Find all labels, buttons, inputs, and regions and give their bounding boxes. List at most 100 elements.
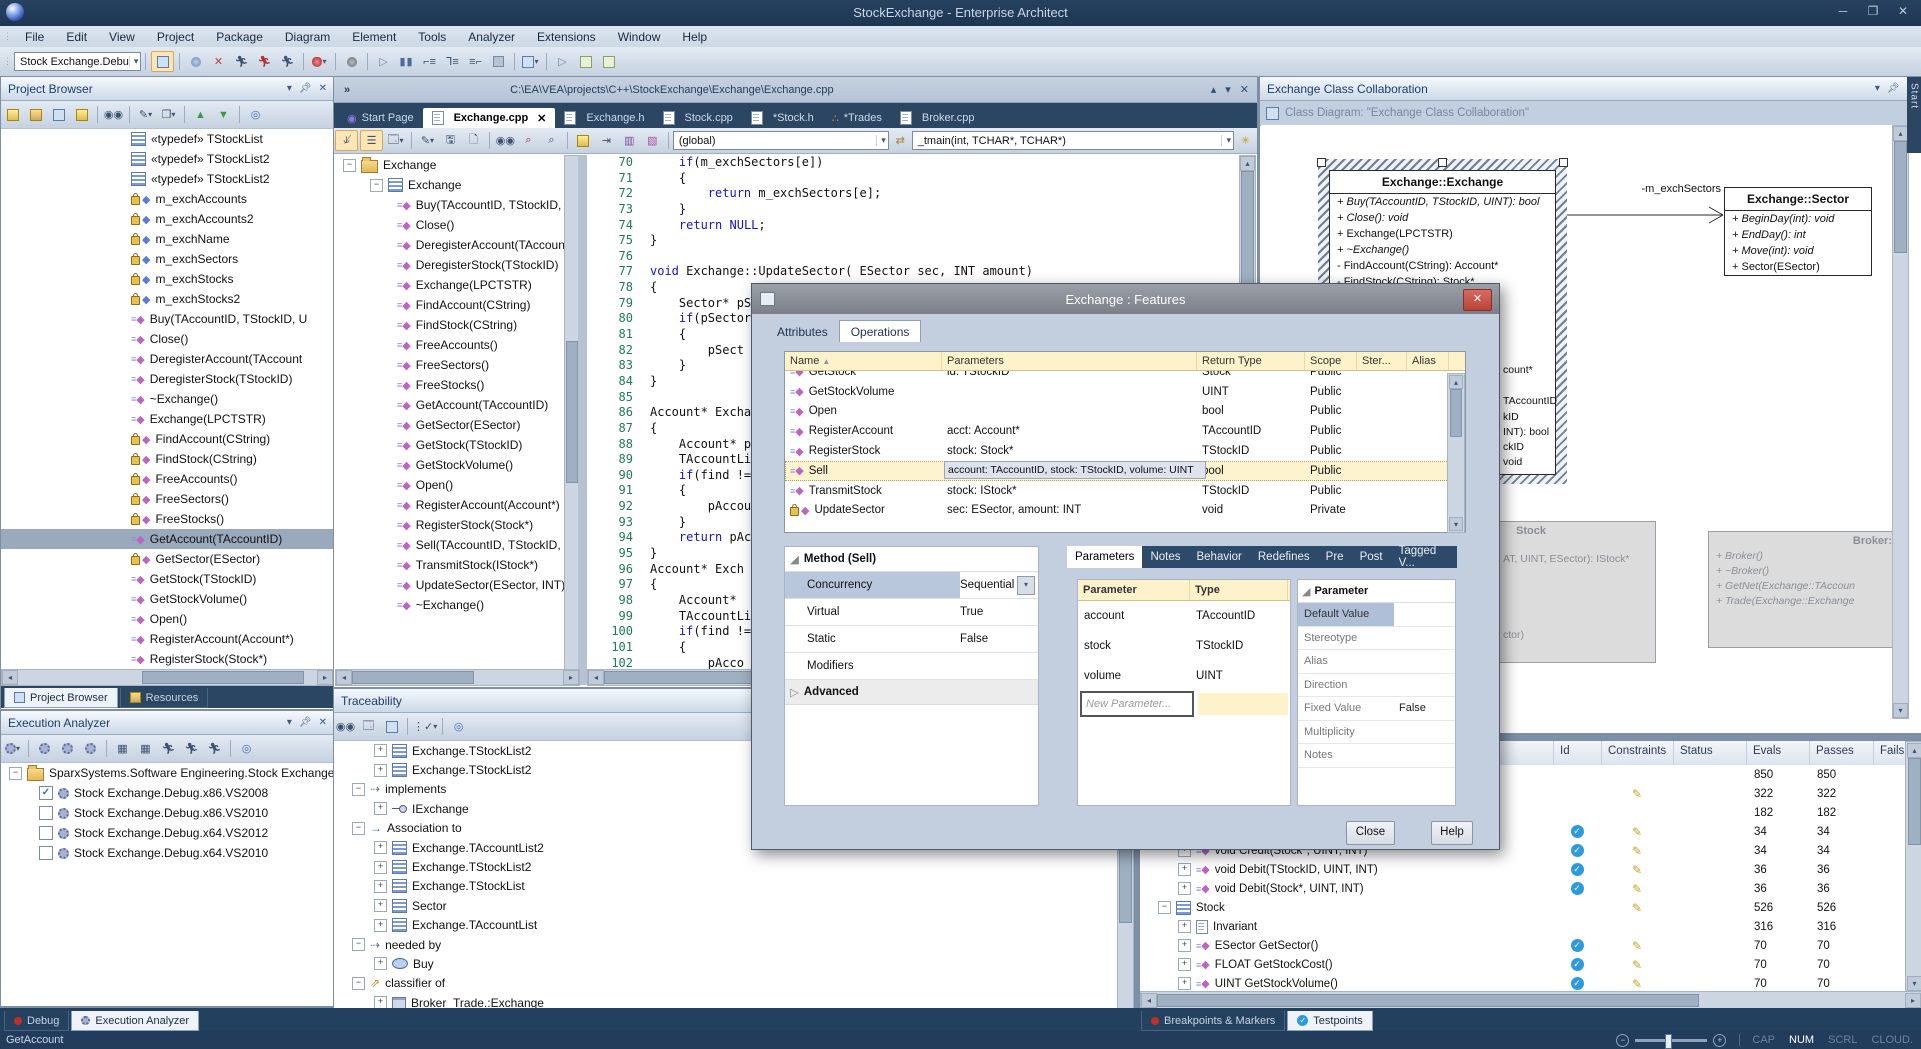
param-col-type[interactable]: Type xyxy=(1190,580,1288,600)
tree-item[interactable]: ◆FreeStocks() xyxy=(1,509,334,529)
new-package-button[interactable] xyxy=(25,105,46,124)
expand-icon[interactable]: + xyxy=(374,919,387,932)
pause-button[interactable]: ▮▮ xyxy=(396,52,417,71)
dock-tab-breakpoints---markers[interactable]: Breakpoints & Markers xyxy=(1141,1011,1285,1031)
advanced-section-label[interactable]: Advanced xyxy=(804,686,859,698)
menu-tools[interactable]: Tools xyxy=(407,28,457,46)
method-prop-row[interactable]: StaticFalse xyxy=(785,626,1038,653)
menu-edit[interactable]: Edit xyxy=(55,28,98,46)
move-down-button[interactable]: ▼ xyxy=(213,105,234,124)
tree-item[interactable]: ≡◆~Exchange() xyxy=(1,389,334,409)
diagram-tool-button[interactable]: ▾ xyxy=(520,52,541,71)
expand-icon[interactable]: + xyxy=(1178,882,1191,895)
properties-icon[interactable]: 🗔 xyxy=(358,717,379,736)
close-panel-icon[interactable]: ✕ xyxy=(319,717,327,728)
parameter-row[interactable]: accountTAccountID xyxy=(1078,601,1290,631)
tree-item[interactable]: ≡◆~Exchange() xyxy=(335,595,564,615)
editor-tab[interactable]: Broker.cpp xyxy=(891,108,984,128)
collapse-icon[interactable]: − xyxy=(9,767,22,780)
expand-icon[interactable]: + xyxy=(374,744,387,757)
tree-item[interactable]: ≡◆RegisterStock(Stock*) xyxy=(1,649,334,669)
broker-class-box[interactable]: Broker:+ Broker()+ ~Broker()+ GetNet(Exc… xyxy=(1708,531,1892,648)
operation-row[interactable]: ≡◆RegisterAccountacct: Account*TAccountI… xyxy=(785,421,1465,441)
expander-icon[interactable]: ◢ xyxy=(1298,585,1314,598)
tree-item[interactable]: ◆m_exchAccounts2 xyxy=(1,209,334,229)
tree-item[interactable]: ≡◆Open() xyxy=(1,609,334,629)
tree-item[interactable]: ≡◆GetStockVolume() xyxy=(1,589,334,609)
new-parameter-input[interactable]: New Parameter... xyxy=(1080,691,1194,717)
collapse-icon[interactable]: − xyxy=(352,938,365,951)
select-tool-button[interactable]: ▷ xyxy=(552,52,573,71)
tree-item[interactable]: «typedef» TStockList xyxy=(1,129,334,149)
stop-button[interactable] xyxy=(488,52,509,71)
param-detail-row[interactable]: Direction xyxy=(1298,674,1455,698)
tree-item[interactable]: ≡◆Close() xyxy=(335,215,564,235)
param-detail-row[interactable]: Multiplicity xyxy=(1298,721,1455,745)
window-menu-icon[interactable]: ▾ xyxy=(287,83,292,94)
tree-item[interactable]: «typedef» TStockList2 xyxy=(1,149,334,169)
maximize-button[interactable]: ❐ xyxy=(1863,4,1883,18)
window-menu-icon[interactable]: ▾ xyxy=(287,717,292,728)
zoom-in-icon[interactable]: + xyxy=(1713,1034,1726,1047)
panel-menu-icon[interactable]: ▾ xyxy=(1225,83,1231,96)
ops-col-returntype[interactable]: Return Type xyxy=(1197,352,1305,370)
pointer-button[interactable]: ▷ xyxy=(373,52,394,71)
menu-file[interactable]: File xyxy=(14,28,55,46)
menu-help[interactable]: Help xyxy=(671,28,718,46)
analyzer-config-item[interactable]: ✓Stock Exchange.Debug.x86.VS2008 xyxy=(1,783,334,803)
expand-icon[interactable]: + xyxy=(374,802,387,815)
dock-tab-1[interactable]: Resources xyxy=(120,688,209,708)
detail-tab-pre[interactable]: Pre xyxy=(1318,546,1352,568)
dialog-tab-operations[interactable]: Operations xyxy=(839,320,922,342)
window-menu-icon[interactable]: ▾ xyxy=(1875,83,1880,94)
edit-button[interactable]: ✎▾ xyxy=(417,131,438,150)
zoom-slider[interactable] xyxy=(1635,1039,1707,1042)
tree-item[interactable]: ≡◆Open() xyxy=(335,475,564,495)
tree-item[interactable]: ≡◆FreeStocks() xyxy=(335,375,564,395)
tree-item[interactable]: ◆m_exchAccounts xyxy=(1,189,334,209)
tree-item[interactable]: ≡◆DeregisterStock(TStockID) xyxy=(335,255,564,275)
tree-item[interactable]: ≡◆Buy(TAccountID, TStockID, UIN xyxy=(335,195,564,215)
menu-window[interactable]: Window xyxy=(607,28,672,46)
line-numbers-button[interactable]: ☰ xyxy=(360,130,383,151)
find-icon[interactable]: ◉◉ xyxy=(495,131,516,150)
goto-line-icon[interactable]: ⇥ xyxy=(596,131,617,150)
tree-item[interactable]: ≡◆Sell(TAccountID, TStockID, UIN xyxy=(335,535,564,555)
editor-tab[interactable]: Exchange.h xyxy=(555,108,653,128)
dock-tab-debug[interactable]: Debug xyxy=(4,1011,69,1031)
search-in-files-icon[interactable]: ⌕ xyxy=(518,131,539,150)
dropdown-icon[interactable]: ▾ xyxy=(1017,576,1035,595)
trace-item[interactable]: −⇗classifier of xyxy=(334,974,1134,993)
expand-icon[interactable]: + xyxy=(1178,977,1191,990)
tree-item[interactable]: ≡◆Exchange(LPCTSTR) xyxy=(335,275,564,295)
method-prop-row[interactable]: ConcurrencySequential▾ xyxy=(785,572,1038,599)
tree-item[interactable]: ≡◆RegisterAccount(Account*) xyxy=(1,629,334,649)
move-up-button[interactable]: ▲ xyxy=(190,105,211,124)
tree-item[interactable]: ≡◆GetSector(ESector) xyxy=(335,415,564,435)
tree-item[interactable]: ≡◆RegisterAccount(Account*) xyxy=(335,495,564,515)
run-red-button[interactable]: 🏃︎ xyxy=(254,52,275,71)
macro-expand-icon[interactable]: ▧ xyxy=(642,131,663,150)
testpoints-hscrollbar[interactable]: ◂ ▸ xyxy=(1140,991,1921,1009)
dialog-tab-attributes[interactable]: Attributes xyxy=(766,321,839,342)
checkbox[interactable] xyxy=(39,826,53,840)
build-config-combo[interactable]: Stock Exchange.Debu▾ xyxy=(14,52,141,71)
tree-item[interactable]: ≡◆TransmitStock(IStock*) xyxy=(335,555,564,575)
help-icon[interactable]: ◎ xyxy=(236,739,257,758)
step-in-button[interactable]: ⌐≡ xyxy=(419,52,440,71)
cancel-build-button[interactable]: ✕ xyxy=(208,52,229,71)
checkbox[interactable] xyxy=(39,806,53,820)
operation-row[interactable]: ≡◆TransmitStockstock: IStock*TStockIDPub… xyxy=(785,481,1465,501)
pin-icon[interactable]: 📌︎ xyxy=(299,717,312,728)
ops-col-parameters[interactable]: Parameters xyxy=(942,352,1197,370)
glasses-icon[interactable]: ◉◉ xyxy=(335,717,356,736)
testpoint-row[interactable]: +≡◆ESector GetSector()✓✎7070 xyxy=(1140,936,1921,955)
tree-item[interactable]: −Exchange xyxy=(335,175,564,195)
build-button[interactable] xyxy=(185,52,206,71)
operation-row[interactable]: ◆UpdateSectorsec: ESector, amount: INTvo… xyxy=(785,501,1465,521)
testpoint-row[interactable]: +≡◆void Debit(TStockID, UINT, INT)✓✎3636 xyxy=(1140,860,1921,879)
expand-icon[interactable]: + xyxy=(374,764,387,777)
tree-item[interactable]: ≡◆FreeSectors() xyxy=(335,355,564,375)
operation-row[interactable]: ≡◆GetStockVolumeUINTPublic xyxy=(785,382,1465,402)
tree-item[interactable]: ◆FreeSectors() xyxy=(1,489,334,509)
